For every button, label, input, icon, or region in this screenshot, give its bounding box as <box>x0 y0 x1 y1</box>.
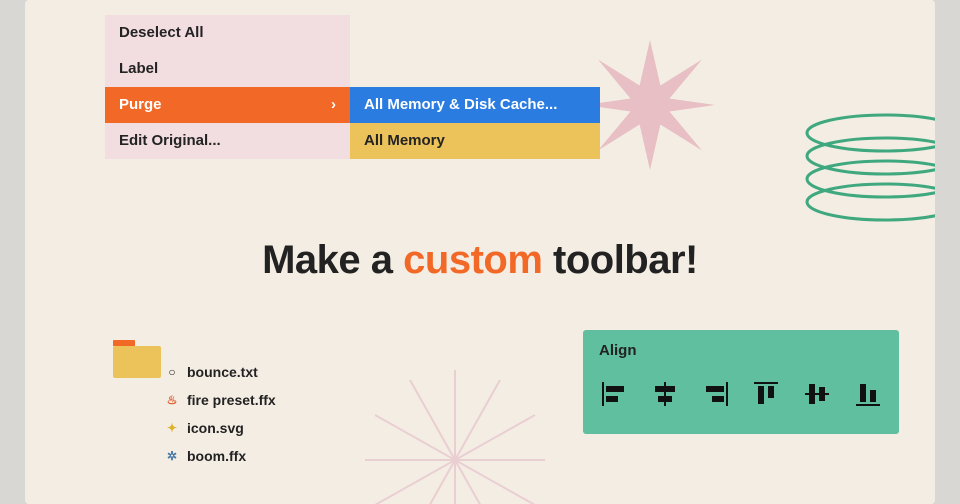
ring-icon: ○ <box>165 365 179 379</box>
align-buttons-row <box>599 377 883 411</box>
gear-icon: ✲ <box>165 449 179 463</box>
file-name: boom.ffx <box>187 448 246 464</box>
headline: Make a custom toolbar! <box>25 238 935 283</box>
align-center-horizontal-icon <box>650 379 680 409</box>
headline-post: toolbar! <box>542 238 697 282</box>
align-left-button[interactable] <box>599 377 630 411</box>
align-center-vertical-icon <box>802 379 832 409</box>
file-row[interactable]: ○ bounce.txt <box>165 358 276 386</box>
menu-item-label: Label <box>119 51 158 87</box>
chevron-right-icon: › <box>331 87 336 123</box>
headline-accent: custom <box>403 238 542 282</box>
align-center-vertical-button[interactable] <box>802 377 833 411</box>
starburst-decoration <box>585 40 715 170</box>
card: Deselect All Label Purge › Edit Original… <box>25 0 935 504</box>
align-left-icon <box>599 379 629 409</box>
align-right-icon <box>701 379 731 409</box>
menu-item-purge[interactable]: Purge › <box>105 87 350 123</box>
menu-item-label: Edit Original... <box>119 123 221 159</box>
submenu-item-label: All Memory & Disk Cache... <box>364 96 557 113</box>
submenu-purge: All Memory & Disk Cache... All Memory <box>350 87 600 159</box>
submenu-item-all-memory-disk-cache[interactable]: All Memory & Disk Cache... <box>350 87 600 123</box>
file-row[interactable]: ♨ fire preset.ffx <box>165 386 276 414</box>
menu-item-label: Deselect All <box>119 15 204 51</box>
align-right-button[interactable] <box>700 377 731 411</box>
align-top-button[interactable] <box>751 377 782 411</box>
file-name: fire preset.ffx <box>187 392 276 408</box>
fire-icon: ♨ <box>165 393 179 407</box>
align-panel-title: Align <box>599 342 883 359</box>
align-center-horizontal-button[interactable] <box>650 377 681 411</box>
file-row[interactable]: ✲ boom.ffx <box>165 442 276 470</box>
file-row[interactable]: ✦ icon.svg <box>165 414 276 442</box>
submenu-item-all-memory[interactable]: All Memory <box>350 123 600 159</box>
folder-icon <box>113 340 161 378</box>
file-list: ○ bounce.txt ♨ fire preset.ffx ✦ icon.sv… <box>165 358 276 470</box>
align-bottom-icon <box>853 379 883 409</box>
file-name: icon.svg <box>187 420 244 436</box>
menu-item-deselect-all[interactable]: Deselect All <box>105 15 350 51</box>
menu-item-label[interactable]: Label <box>105 51 350 87</box>
coil-decoration <box>795 108 935 228</box>
align-panel: Align <box>583 330 899 434</box>
headline-pre: Make a <box>262 238 403 282</box>
align-bottom-button[interactable] <box>852 377 883 411</box>
context-menu: Deselect All Label Purge › Edit Original… <box>105 15 350 159</box>
menu-item-label: Purge <box>119 87 162 123</box>
align-top-icon <box>751 379 781 409</box>
menu-item-edit-original[interactable]: Edit Original... <box>105 123 350 159</box>
file-name: bounce.txt <box>187 364 258 380</box>
radial-lines-decoration <box>365 370 545 504</box>
sparkle-icon: ✦ <box>165 421 179 435</box>
submenu-item-label: All Memory <box>364 132 445 149</box>
